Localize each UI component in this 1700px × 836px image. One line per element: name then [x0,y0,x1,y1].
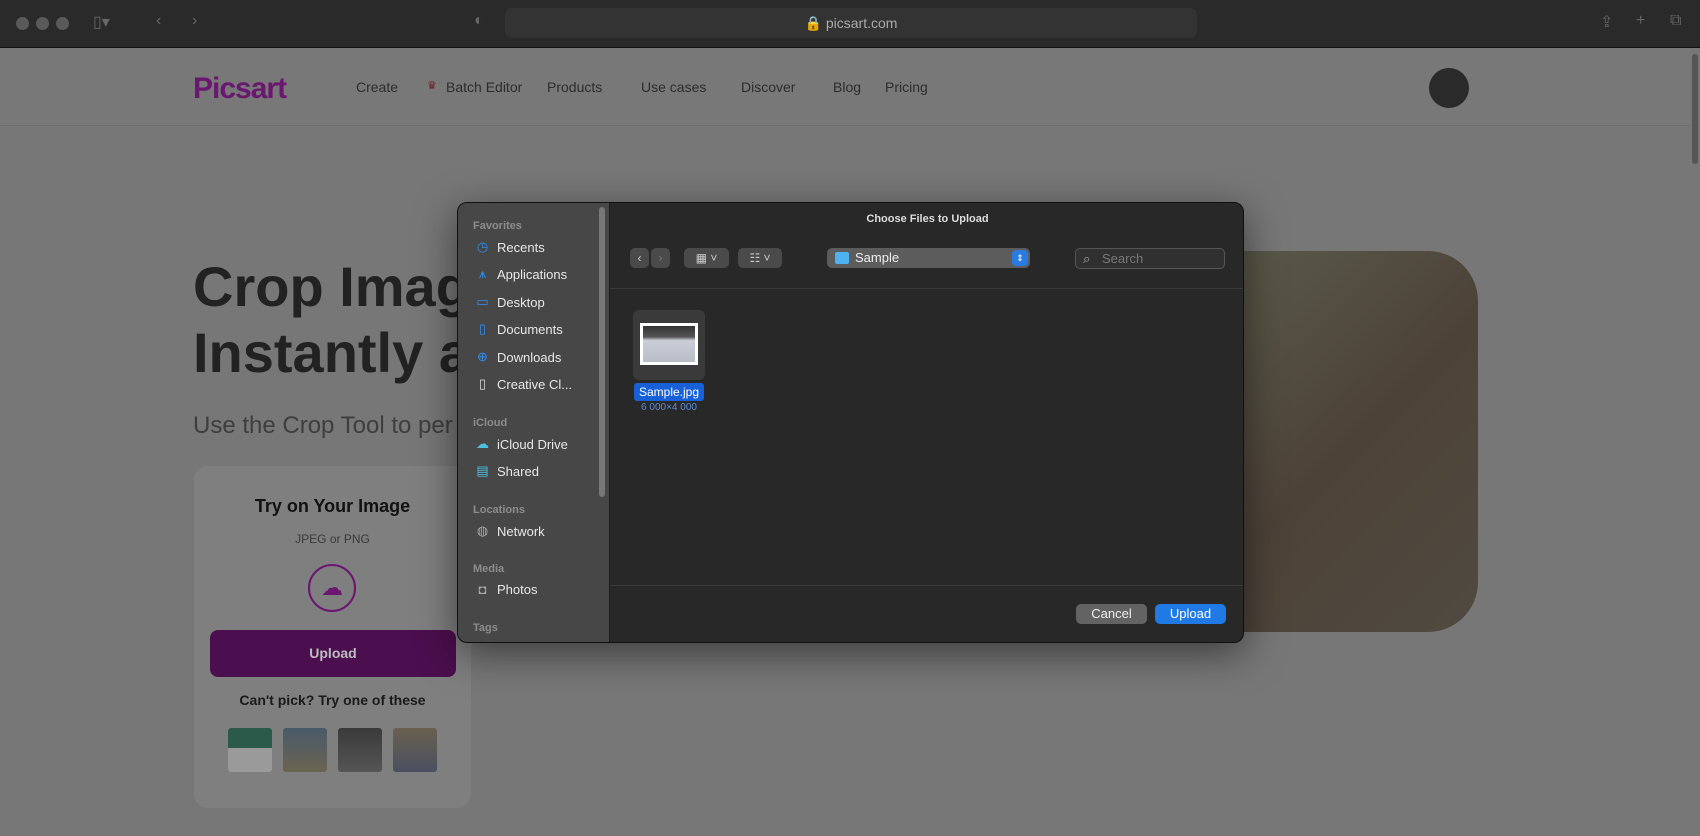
upload-dialog-button[interactable]: Upload [1155,604,1226,624]
minimize-window-button[interactable] [36,17,49,30]
sidebar-item-creative-cloud[interactable]: ▯ Creative Cl... [475,376,572,392]
applications-icon: ⩚ [478,266,487,281]
download-icon: ⊕ [477,349,488,364]
folder-name: Sample [855,250,900,265]
card-formats: JPEG or PNG [295,532,370,546]
group-button[interactable]: ☷ ˅ [738,248,782,268]
forward-button[interactable]: › [651,248,670,268]
sample-thumbnail[interactable] [283,728,327,772]
sample-thumbnail[interactable] [228,728,272,772]
sample-thumbnail[interactable] [338,728,382,772]
divider [610,585,1243,586]
section-favorites: Favorites [473,220,522,232]
shield-icon[interactable]: ◐ [474,12,484,30]
nav-blog[interactable]: Blog [833,79,861,95]
shared-folder-icon: ▤ [476,463,489,478]
globe-icon: ◍ [476,523,489,538]
file-name[interactable]: Sample.jpg [634,383,704,401]
address-bar[interactable]: 🔒 picsart.com [505,8,1197,38]
cancel-button[interactable]: Cancel [1076,604,1147,624]
nav-use-cases[interactable]: Use cases [641,79,706,95]
sidebar-item-documents[interactable]: ▯ Documents [475,321,563,337]
back-icon[interactable]: ‹ [156,12,161,30]
sample-prompt: Can't pick? Try one of these [239,692,426,708]
sidebar-item-label: Downloads [497,349,562,365]
upload-button[interactable]: Upload [210,630,456,677]
card-title: Try on Your Image [254,496,411,516]
folder-select[interactable]: Sample ⇕ [827,248,1030,268]
sidebar-item-label: Desktop [497,294,545,310]
crown-icon: ♛ [427,80,437,92]
picsart-logo[interactable]: Picsart [193,72,287,106]
sample-thumbnail[interactable] [393,728,437,772]
search-placeholder: Search [1102,251,1144,266]
document-icon: ▯ [478,321,487,336]
nav-pricing[interactable]: Pricing [885,79,928,95]
divider [610,288,1243,289]
zoom-window-button[interactable] [56,17,69,30]
nav-products[interactable]: Products [547,79,602,95]
sidebar-item-label: Photos [497,582,538,597]
sidebar-scrollbar[interactable] [599,207,605,497]
updown-chevron-icon: ⇕ [1012,250,1028,266]
sidebar-item-icloud-drive[interactable]: ☁ iCloud Drive [475,436,568,452]
upload-card: Try on Your Image JPEG or PNG ☁ Upload C… [194,466,471,808]
hero-title-line1: Crop Imag [193,255,470,318]
section-media: Media [473,563,505,575]
sidebar-item-label: iCloud Drive [497,436,568,452]
sidebar-item-photos[interactable]: ◘ Photos [475,582,538,597]
search-icon: ⌕ [1083,251,1091,266]
dialog-title: Choose Files to Upload [866,213,989,225]
tab-overview-icon[interactable]: ⧉ [1670,12,1681,30]
site-nav: Picsart Create ♛ Batch Editor Products U… [0,48,1690,126]
browser-toolbar: ▯▾ ‹ › ◐ 🔒 picsart.com ⇪ + ⧉ [0,0,1700,48]
sidebar-item-shared[interactable]: ▤ Shared [475,463,539,479]
share-icon[interactable]: ⇪ [1600,12,1613,32]
sidebar-item-label: Shared [497,463,539,479]
clock-icon: ◷ [476,239,489,254]
nav-discover[interactable]: Discover [741,79,795,95]
sidebar-item-label: Documents [497,321,563,337]
nav-batch-editor[interactable]: Batch Editor [446,79,522,95]
section-icloud: iCloud [473,417,508,429]
camera-icon: ◘ [478,582,487,597]
forward-icon[interactable]: › [192,12,197,30]
cloud-upload-icon[interactable]: ☁ [308,564,356,612]
page-scrollbar[interactable] [1690,48,1700,836]
folder-icon [835,252,849,264]
sidebar-toggle-icon[interactable]: ▯▾ [93,12,110,32]
sidebar-item-network[interactable]: ◍ Network [475,523,545,539]
new-tab-icon[interactable]: + [1636,12,1645,30]
file-icon: ▯ [478,376,487,391]
desktop-icon: ▭ [476,294,489,309]
sidebar-item-desktop[interactable]: ▭ Desktop [475,294,545,310]
sidebar-item-downloads[interactable]: ⊕ Downloads [475,349,561,365]
close-window-button[interactable] [16,17,29,30]
file-thumbnail[interactable] [633,310,705,380]
section-tags: Tags [473,622,498,634]
avatar[interactable] [1429,68,1469,108]
sidebar-item-label: Recents [497,239,545,255]
sidebar-item-label: Creative Cl... [497,376,573,392]
sidebar-item-recents[interactable]: ◷ Recents [475,239,545,255]
cloud-icon: ☁ [476,436,489,451]
sidebar-item-applications[interactable]: ⩚ Applications [475,266,567,282]
nav-create[interactable]: Create [356,79,398,95]
url-text: picsart.com [825,15,898,31]
dialog-sidebar: Favorites ◷ Recents ⩚ Applications ▭ Deskto… [458,203,610,642]
sidebar-item-label: Network [497,523,545,539]
section-locations: Locations [473,504,525,516]
hero-subtitle: Use the Crop Tool to per [193,412,453,439]
hero-title-line2: Instantly a [193,321,470,384]
file-upload-dialog: Favorites ◷ Recents ⩚ Applications ▭ Deskto… [457,202,1244,643]
back-button[interactable]: ‹ [630,248,649,268]
search-input[interactable]: ⌕ Search [1075,248,1225,269]
hero-image [1225,251,1478,632]
icon-view-button[interactable]: ▦ ˅ [684,248,729,268]
file-dimensions: 6 000×4 000 [641,402,697,413]
sidebar-item-label: Applications [497,266,568,282]
